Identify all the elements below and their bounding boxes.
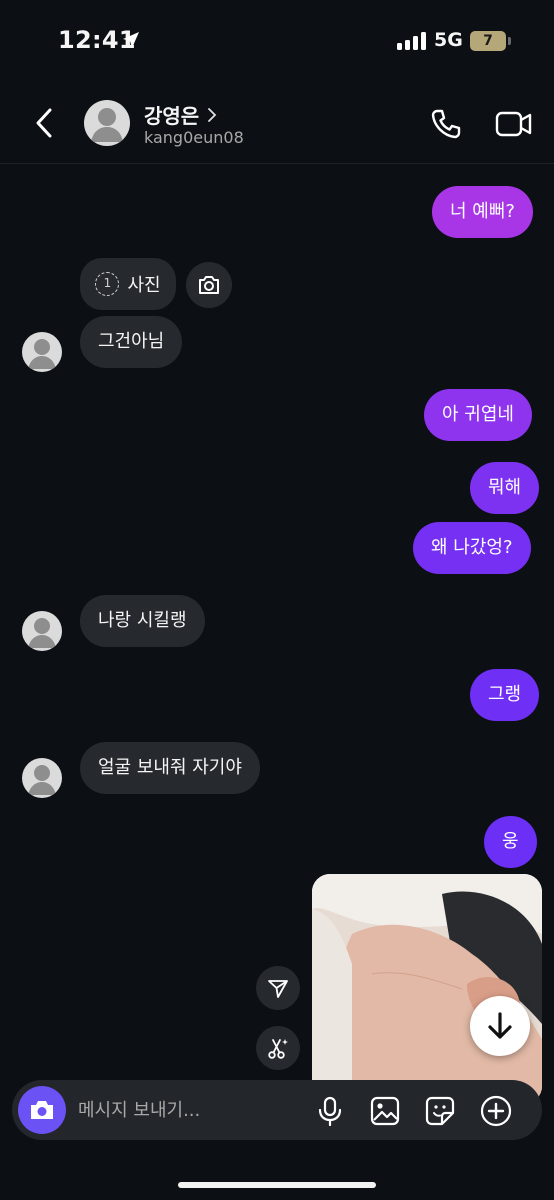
chat-header: 강영은 kang0eun08 [0,80,554,164]
more-options-button[interactable] [479,1094,513,1128]
photo-label: 사진 [127,275,161,296]
phone-icon[interactable] [428,106,464,142]
chat-screen: 12:41 5G 7 강영은 kang0eun08 너 예뻐? 1 사진 그건아… [0,0,554,1200]
battery-tip [508,37,511,45]
camera-icon [31,1101,53,1119]
message-outgoing[interactable]: 아 귀엽네 [424,389,532,441]
network-type: 5G [434,29,463,51]
microphone-icon [318,1096,342,1126]
contact-avatar[interactable] [22,611,62,651]
contact-handle: kang0eun08 [144,128,244,147]
message-composer [12,1080,542,1140]
chevron-right-icon [208,107,217,122]
photo-message[interactable] [312,874,542,1104]
message-outgoing[interactable]: 웅 [484,816,537,868]
microphone-button[interactable] [313,1094,347,1128]
camera-reply-button[interactable] [186,262,232,308]
message-incoming[interactable]: 그건아님 [80,316,183,368]
message-outgoing[interactable]: 그랭 [470,669,540,721]
camera-button[interactable] [18,1086,66,1134]
message-incoming[interactable]: 얼굴 보내줘 자기야 [80,742,260,794]
camera-icon [199,276,219,294]
contact-avatar[interactable] [22,758,62,798]
contact-avatar[interactable] [84,100,130,146]
signal-strength-icon [397,32,426,50]
scroll-to-bottom-button[interactable] [470,996,530,1056]
battery-icon: 7 [470,31,506,51]
message-incoming[interactable]: 나랑 시킬랭 [80,595,205,647]
contact-name: 강영은 [144,104,200,128]
status-bar: 12:41 5G 7 [0,0,554,80]
gallery-button[interactable] [368,1094,402,1128]
arrow-down-icon [488,1012,512,1039]
view-once-icon: 1 [95,272,120,296]
photo-content [312,874,542,1104]
contact-avatar[interactable] [22,332,62,372]
image-icon [370,1096,400,1126]
message-outgoing[interactable]: 너 예뻐? [432,186,533,238]
message-input[interactable] [78,1080,298,1140]
scissors-sparkle-icon [268,1039,288,1059]
ai-edit-button[interactable] [256,1026,300,1070]
forward-button[interactable] [256,966,300,1010]
view-once-photo[interactable]: 1 사진 [80,258,176,310]
send-icon [268,980,288,998]
sticker-icon [425,1096,455,1126]
video-camera-icon[interactable] [494,106,534,142]
home-indicator[interactable] [178,1182,376,1188]
message-outgoing[interactable]: 왜 나갔엉? [413,522,531,574]
contact-name-link[interactable]: 강영은 [144,100,217,129]
sticker-button[interactable] [423,1094,457,1128]
plus-circle-icon [480,1095,512,1127]
location-arrow-icon [123,32,139,48]
back-icon[interactable] [30,106,60,140]
message-outgoing[interactable]: 뭐해 [470,462,540,514]
